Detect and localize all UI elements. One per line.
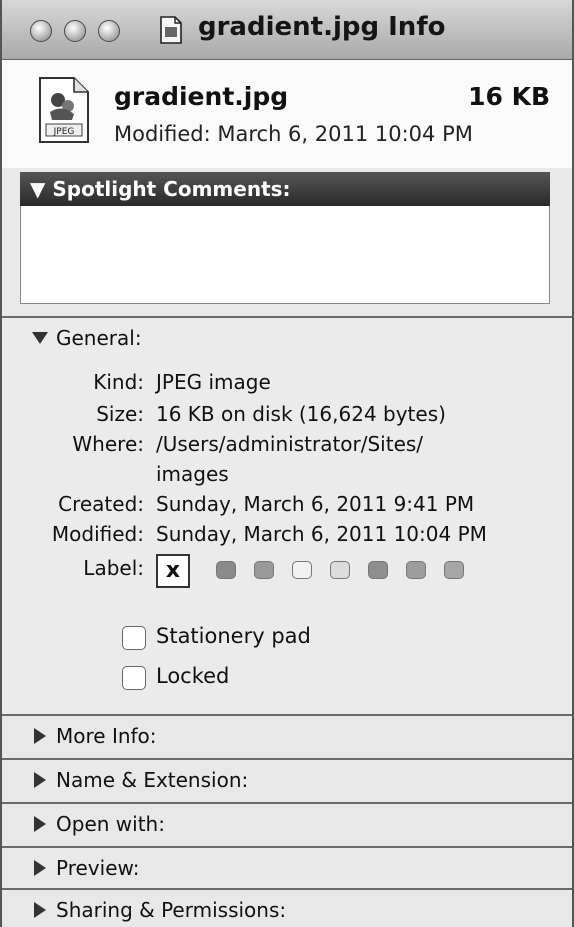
more-info-section[interactable]: More Info:	[2, 714, 572, 758]
label-color-swatch[interactable]	[216, 561, 236, 579]
info-window: gradient.jpg Info JPEG gradient.jpg 16 K…	[0, 0, 574, 927]
zoom-window-button[interactable]	[98, 20, 120, 42]
open-with-section[interactable]: Open with:	[2, 802, 572, 846]
kind-value: JPEG image	[156, 370, 271, 394]
general-section-title[interactable]: General:	[56, 326, 142, 350]
disclosure-right-icon	[34, 902, 46, 918]
modified-label: Modified:	[51, 522, 144, 546]
preview-section[interactable]: Preview:	[2, 846, 572, 890]
jpeg-icon-label: JPEG	[53, 127, 75, 137]
label-color-swatch[interactable]	[406, 561, 426, 579]
where-label: Where:	[72, 432, 144, 456]
disclosure-down-icon[interactable]	[32, 332, 48, 344]
size-value: 16 KB on disk (16,624 bytes)	[156, 402, 446, 426]
file-size: 16 KB	[468, 82, 550, 111]
label-none-button[interactable]: x	[156, 554, 190, 588]
close-window-button[interactable]	[30, 20, 52, 42]
size-label: Size:	[96, 402, 144, 426]
where-value: /Users/administrator/Sites/	[156, 432, 424, 456]
sharing-permissions-title: Sharing & Permissions:	[56, 898, 287, 922]
modified-value: Sunday, March 6, 2011 10:04 PM	[156, 522, 487, 546]
stationery-pad-checkbox[interactable]	[122, 626, 146, 650]
more-info-title: More Info:	[56, 724, 157, 748]
spotlight-comments-field[interactable]	[20, 206, 550, 304]
created-value: Sunday, March 6, 2011 9:41 PM	[156, 492, 475, 516]
disclosure-right-icon	[34, 860, 46, 876]
locked-checkbox[interactable]	[122, 666, 146, 690]
window-title: gradient.jpg Info	[198, 12, 446, 42]
spotlight-comments-header[interactable]: ▼ Spotlight Comments:	[20, 172, 550, 206]
locked-label[interactable]: Locked	[156, 664, 229, 688]
label-color-swatch[interactable]	[254, 561, 274, 579]
preview-title: Preview:	[56, 856, 140, 880]
where-value-continued: images	[156, 462, 229, 486]
disclosure-right-icon	[34, 816, 46, 832]
stationery-pad-label[interactable]: Stationery pad	[156, 624, 311, 648]
title-bar[interactable]: gradient.jpg Info	[2, 0, 572, 60]
disclosure-right-icon	[34, 728, 46, 744]
name-extension-title: Name & Extension:	[56, 768, 249, 792]
label-color-swatch[interactable]	[444, 561, 464, 579]
label-color-swatch[interactable]	[368, 561, 388, 579]
minimize-window-button[interactable]	[64, 20, 86, 42]
spotlight-comments-title: Spotlight Comments:	[52, 177, 291, 201]
document-icon	[160, 16, 182, 44]
label-color-swatch[interactable]	[330, 561, 350, 579]
sharing-permissions-section[interactable]: Sharing & Permissions:	[2, 888, 572, 927]
general-section: General: Kind: JPEG image Size: 16 KB on…	[2, 318, 572, 714]
created-label: Created:	[58, 492, 144, 516]
file-name: gradient.jpg	[114, 82, 289, 111]
label-color-swatch[interactable]	[292, 561, 312, 579]
disclosure-down-icon: ▼	[30, 177, 46, 201]
label-label: Label:	[83, 556, 144, 580]
jpeg-file-icon: JPEG	[39, 77, 89, 143]
modified-date: Modified: March 6, 2011 10:04 PM	[114, 122, 473, 146]
kind-label: Kind:	[93, 370, 144, 394]
disclosure-right-icon	[34, 772, 46, 788]
name-extension-section[interactable]: Name & Extension:	[2, 758, 572, 802]
info-header: JPEG gradient.jpg 16 KB Modified: March …	[2, 60, 572, 168]
open-with-title: Open with:	[56, 812, 165, 836]
